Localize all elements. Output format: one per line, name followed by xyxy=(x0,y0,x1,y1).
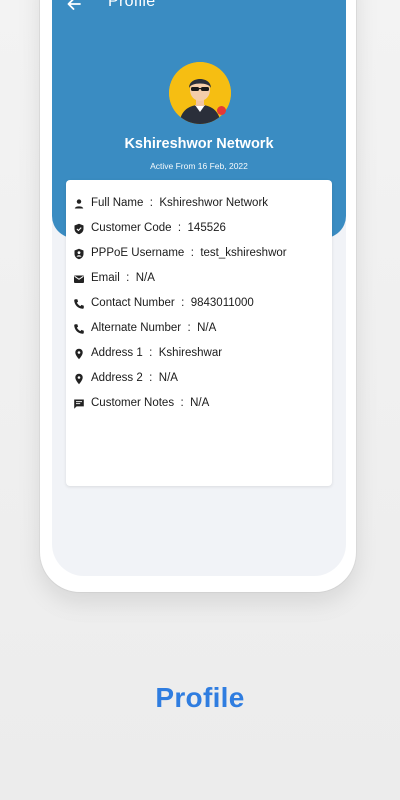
detail-label: Alternate Number xyxy=(91,322,182,334)
detail-label: Address 2 xyxy=(91,372,143,384)
detail-separator: : xyxy=(142,347,159,359)
detail-label: Customer Notes xyxy=(91,397,175,409)
detail-separator: : xyxy=(181,322,198,334)
detail-label: Contact Number xyxy=(91,297,175,309)
phone-icon xyxy=(73,298,85,310)
person-icon xyxy=(73,198,85,210)
feature-caption: Profile xyxy=(155,682,245,713)
mail-icon xyxy=(73,273,85,285)
app-screen: Profile Kshireshwor Network Active From … xyxy=(52,0,346,576)
detail-separator: : xyxy=(119,272,136,284)
phone-icon xyxy=(73,323,85,335)
person-shield-icon xyxy=(73,248,85,260)
page-title: Profile xyxy=(108,0,156,10)
detail-value: N/A xyxy=(135,272,155,284)
detail-row-customer-notes: Customer Notes : N/A xyxy=(66,394,332,414)
profile-details-card: Full Name : Kshireshwor Network Customer… xyxy=(66,180,332,486)
location-pin-icon xyxy=(73,348,85,360)
detail-row-email: Email : N/A xyxy=(66,269,332,289)
detail-value: 145526 xyxy=(187,222,226,234)
shield-check-icon xyxy=(73,223,85,235)
active-from-text: Active From 16 Feb, 2022 xyxy=(150,161,248,171)
detail-row-pppoe-username: PPPoE Username : test_kshireshwor xyxy=(66,244,332,264)
chat-note-icon xyxy=(73,398,85,410)
detail-value: Kshireshwor Network xyxy=(159,197,269,209)
detail-row-full-name: Full Name : Kshireshwor Network xyxy=(66,194,332,214)
detail-row-address-1: Address 1 : Kshireshwar xyxy=(66,344,332,364)
detail-label: Email xyxy=(91,272,120,284)
detail-value: N/A xyxy=(158,372,178,384)
detail-row-alternate-number: Alternate Number : N/A xyxy=(66,319,332,339)
detail-separator: : xyxy=(171,222,188,234)
detail-separator: : xyxy=(174,297,191,309)
detail-separator: : xyxy=(184,247,201,259)
detail-label: Address 1 xyxy=(91,347,143,359)
detail-row-address-2: Address 2 : N/A xyxy=(66,369,332,389)
detail-value: test_kshireshwor xyxy=(200,247,287,259)
app-bar: Profile xyxy=(52,0,346,20)
detail-row-contact-number: Contact Number : 9843011000 xyxy=(66,294,332,314)
detail-label: PPPoE Username xyxy=(91,247,185,259)
detail-label: Full Name xyxy=(91,197,144,209)
detail-separator: : xyxy=(142,372,159,384)
profile-name: Kshireshwor Network xyxy=(124,136,274,152)
detail-value: N/A xyxy=(197,322,217,334)
detail-value: Kshireshwar xyxy=(158,347,223,359)
detail-separator: : xyxy=(143,197,160,209)
arrow-left-icon[interactable] xyxy=(64,0,84,14)
detail-value: N/A xyxy=(190,397,210,409)
detail-value: 9843011000 xyxy=(190,297,254,309)
detail-row-customer-code: Customer Code : 145526 xyxy=(66,219,332,239)
location-pin-icon xyxy=(73,373,85,385)
status-dot xyxy=(217,106,226,115)
detail-label: Customer Code xyxy=(91,222,172,234)
detail-separator: : xyxy=(174,397,191,409)
